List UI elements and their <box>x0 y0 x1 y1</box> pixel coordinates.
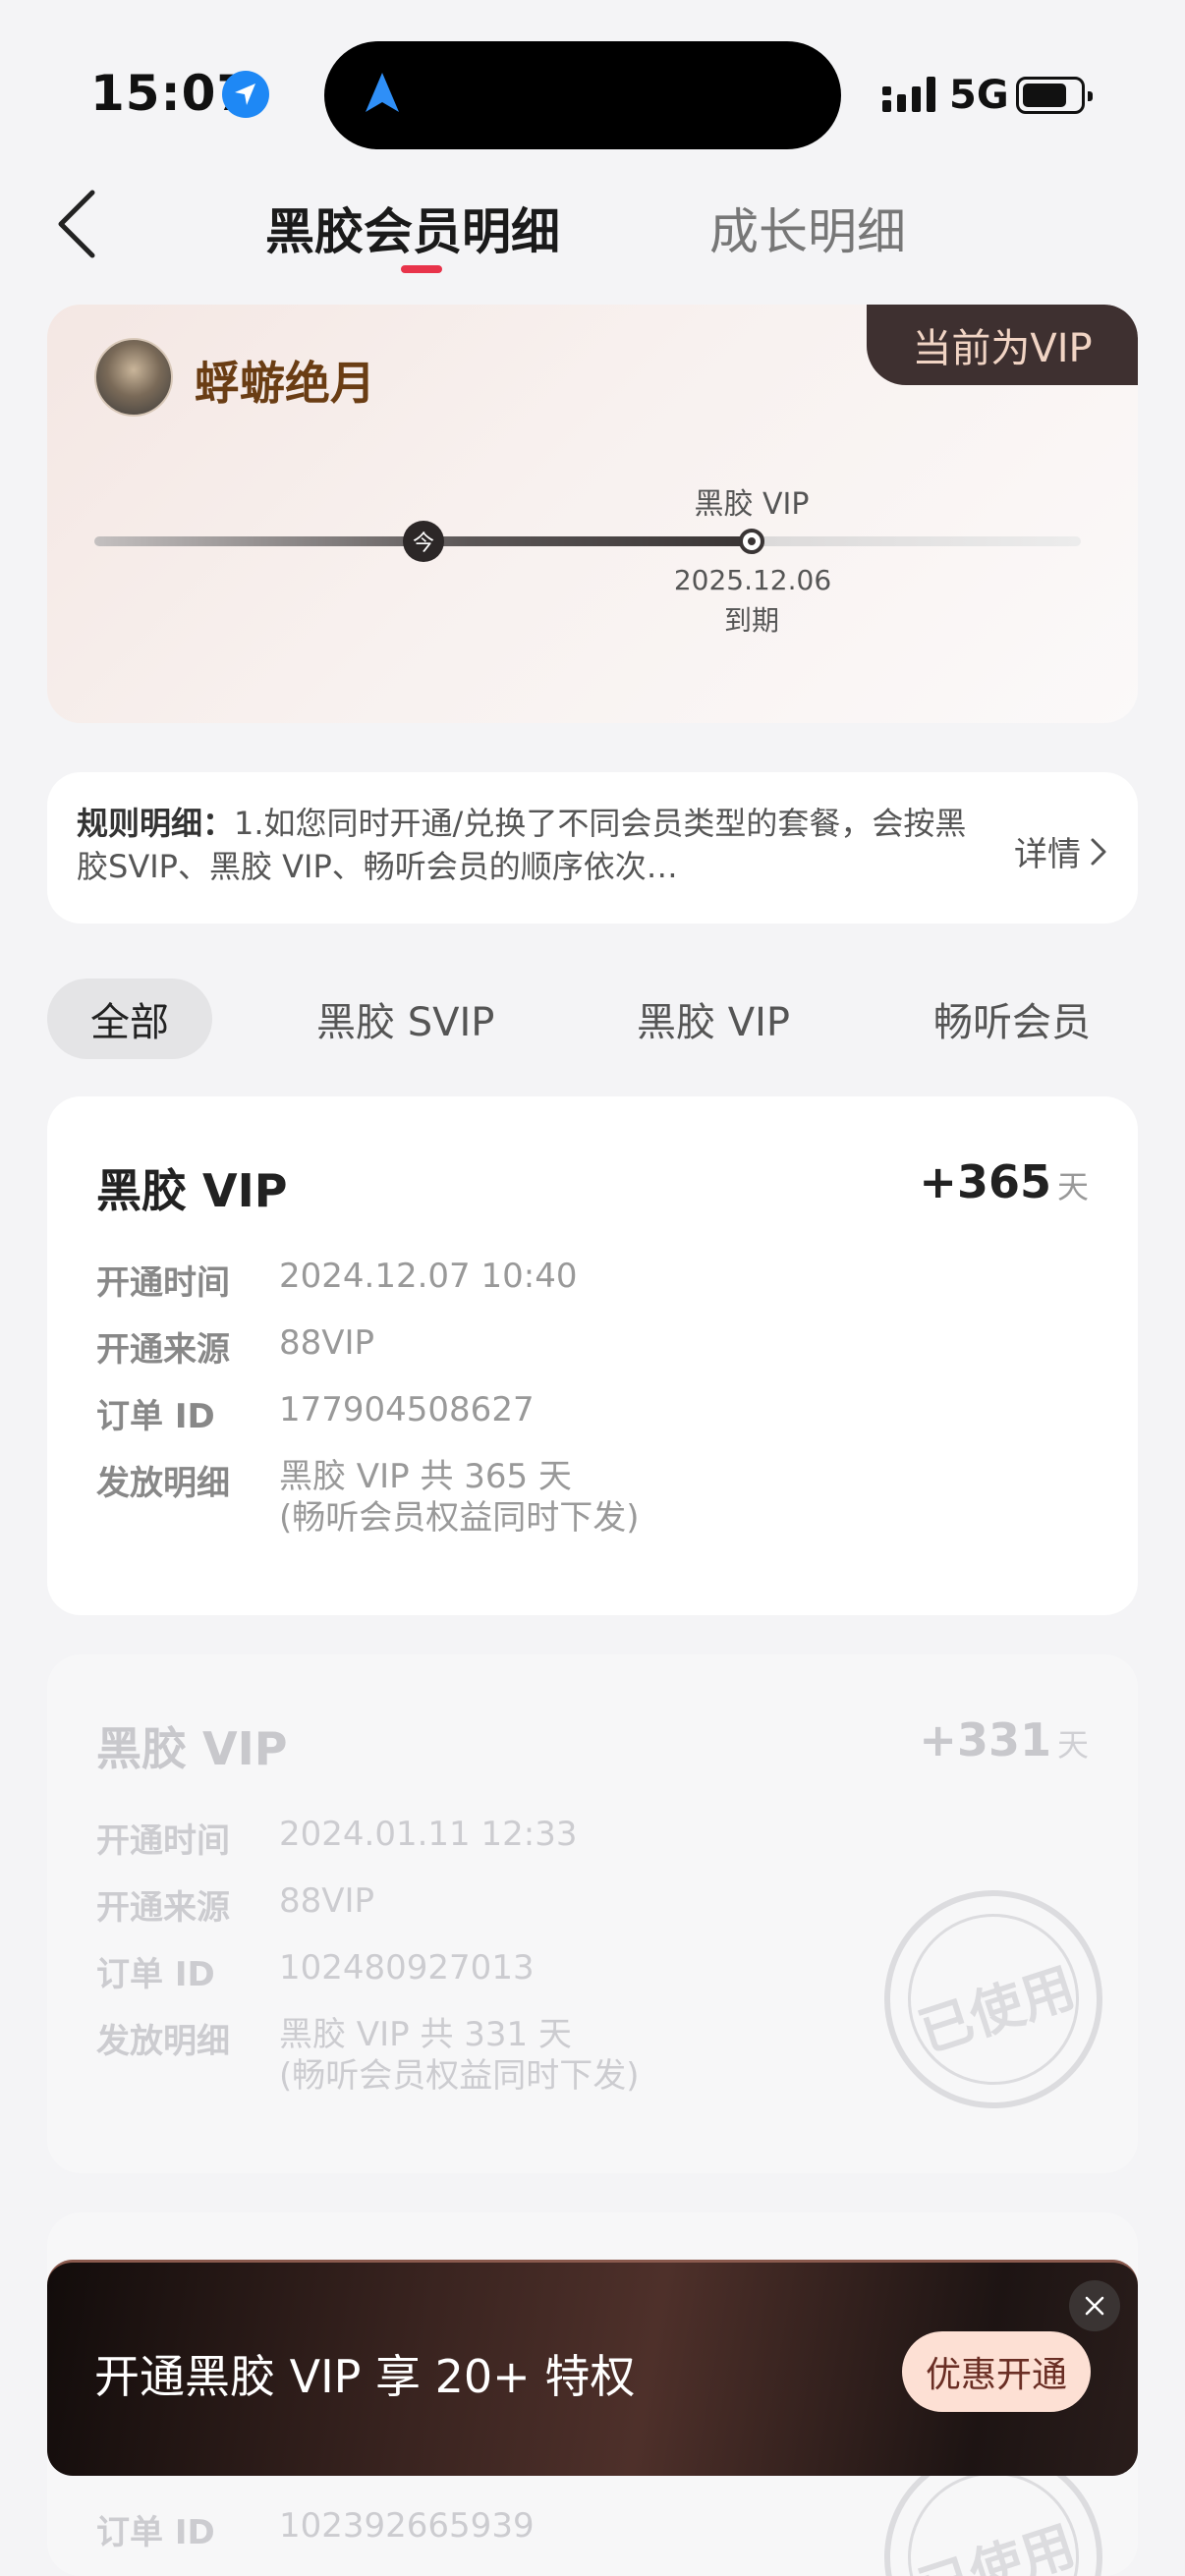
rules-detail-link[interactable]: 详情 <box>1014 827 1108 875</box>
field-label: 开通来源 <box>96 1330 230 1370</box>
filter-listening-member[interactable]: 畅听会员 <box>933 979 1091 1059</box>
field-label: 发放明细 <box>96 1464 230 1503</box>
field-label: 开通来源 <box>96 1888 230 1928</box>
field-value: 2024.12.07 10:40 <box>279 1257 578 1296</box>
used-stamp-text: 已使用 <box>911 2513 1083 2576</box>
vip-promo-banner: 开通黑胶 VIP 享 20+ 特权 优惠开通 <box>47 2260 1138 2476</box>
record-days-value: +365 <box>919 1155 1051 1208</box>
field-value: 88VIP <box>279 1881 375 1921</box>
field-label: 订单 ID <box>96 1955 215 1994</box>
field-value: 102480927013 <box>279 1948 535 1988</box>
record-days-unit: 天 <box>1056 1726 1089 1764</box>
rules-panel[interactable]: 规则明细：1.如您同时开通/兑换了不同会员类型的套餐，会按黑胶SVIP、黑胶 V… <box>47 772 1138 924</box>
filter-all[interactable]: 全部 <box>47 979 212 1059</box>
vip-status-card: 当前为VIP 蜉蝣绝月 今 黑胶 VIP 2025.12.06 到期 <box>47 305 1138 723</box>
promo-close-button[interactable] <box>1069 2280 1120 2331</box>
used-stamp-text: 已使用 <box>911 1955 1083 2064</box>
field-value: 177904508627 <box>279 1390 535 1429</box>
field-value: 黑胶 VIP 共 331 天 <box>279 2015 572 2054</box>
field-label: 开通时间 <box>96 1821 230 1861</box>
record-title: 黑胶 VIP <box>96 1722 288 1775</box>
expiry-note: 到期 <box>723 604 779 637</box>
used-stamp: 已使用 <box>856 1862 1131 2137</box>
record-open-time-row: 开通时间 2024.12.07 10:40 <box>96 1256 577 1304</box>
record-days-unit: 天 <box>1056 1168 1089 1205</box>
expiry-marker <box>739 529 764 554</box>
record-order-id-row: 订单 ID 102392665939 <box>96 2505 535 2553</box>
record-detail-row: 发放明细 黑胶 VIP 共 331 天 (畅听会员权益同时下发) <box>96 2014 640 2097</box>
promo-text: 开通黑胶 VIP 享 20+ 特权 <box>94 2350 636 2403</box>
tab-vinyl-member-detail[interactable]: 黑胶会员明细 <box>265 193 560 263</box>
expiry-tier-label: 黑胶 VIP <box>694 487 810 522</box>
record-open-time-row: 开通时间 2024.01.11 12:33 <box>96 1814 577 1862</box>
record-days-value: +331 <box>919 1713 1051 1766</box>
filter-vinyl-vip[interactable]: 黑胶 VIP <box>637 979 790 1059</box>
promo-open-button[interactable]: 优惠开通 <box>902 2331 1091 2412</box>
close-icon <box>1085 2296 1104 2316</box>
chevron-left-icon <box>58 190 95 258</box>
back-button[interactable] <box>51 187 110 261</box>
field-label: 发放明细 <box>96 2022 230 2061</box>
expiry-date: 2025.12.06 <box>673 564 832 596</box>
record-detail-row: 发放明细 黑胶 VIP 共 365 天 (畅听会员权益同时下发) <box>96 1456 640 1539</box>
today-marker: 今 <box>403 521 444 562</box>
navigation-app-icon <box>366 73 399 112</box>
field-label: 订单 ID <box>96 2513 215 2552</box>
avatar[interactable] <box>94 338 173 417</box>
signal-icon <box>882 77 935 112</box>
status-bar: 15:07 5G <box>0 0 1185 187</box>
record-days: +365 天 <box>919 1155 1089 1208</box>
record-card: 黑胶 VIP +365 天 开通时间 2024.12.07 10:40 开通来源… <box>47 1096 1138 1615</box>
network-type: 5G <box>949 73 1009 118</box>
membership-timeline <box>94 536 1081 546</box>
dynamic-island <box>324 41 841 149</box>
rules-title: 规则明细： <box>77 805 235 842</box>
active-tab-indicator <box>401 265 442 273</box>
field-value: 黑胶 VIP 共 365 天 <box>279 1457 572 1496</box>
record-days: +331 天 <box>919 1713 1089 1766</box>
field-value: (畅听会员权益同时下发) <box>279 2056 640 2096</box>
field-value: 2024.01.11 12:33 <box>279 1815 578 1854</box>
record-order-id-row: 订单 ID 177904508627 <box>96 1389 535 1437</box>
rules-detail-label: 详情 <box>1014 835 1081 874</box>
field-value: 102392665939 <box>279 2506 535 2546</box>
current-vip-badge: 当前为VIP <box>867 305 1138 385</box>
record-source-row: 开通来源 88VIP <box>96 1322 374 1371</box>
rules-text: 规则明细：1.如您同时开通/兑换了不同会员类型的套餐，会按黑胶SVIP、黑胶 V… <box>77 802 981 890</box>
battery-icon <box>1016 77 1093 114</box>
chevron-right-icon <box>1091 838 1106 865</box>
field-value: 88VIP <box>279 1323 375 1363</box>
field-label: 订单 ID <box>96 1397 215 1436</box>
tab-growth-detail[interactable]: 成长明细 <box>709 193 906 263</box>
record-card-used: 黑胶 VIP +331 天 开通时间 2024.01.11 12:33 开通来源… <box>47 1654 1138 2173</box>
filter-vinyl-svip[interactable]: 黑胶 SVIP <box>316 979 494 1059</box>
record-title: 黑胶 VIP <box>96 1164 288 1217</box>
record-source-row: 开通来源 88VIP <box>96 1880 374 1929</box>
field-value: (畅听会员权益同时下发) <box>279 1498 640 1538</box>
record-order-id-row: 订单 ID 102480927013 <box>96 1947 535 1995</box>
location-arrow-icon <box>222 71 269 118</box>
field-label: 开通时间 <box>96 1263 230 1303</box>
username: 蜉蝣绝月 <box>195 357 375 410</box>
